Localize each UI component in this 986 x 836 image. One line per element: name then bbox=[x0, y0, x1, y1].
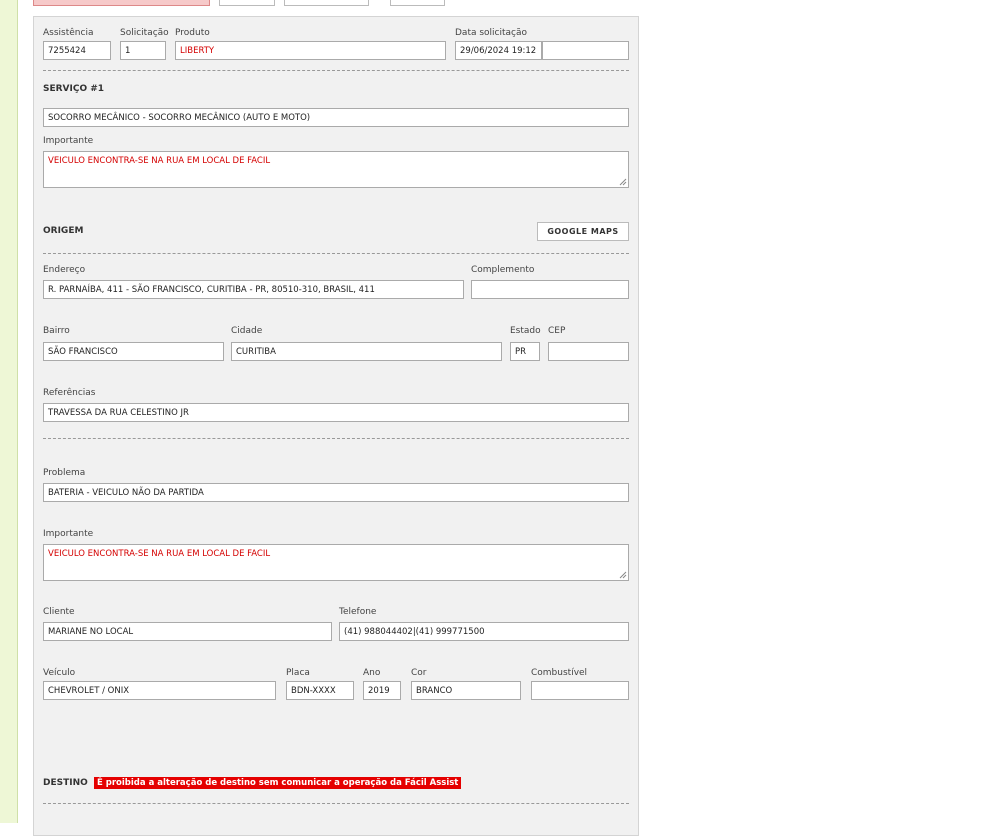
problema-importante-text: VEICULO ENCONTRA-SE NA RUA EM LOCAL DE F… bbox=[48, 549, 271, 559]
estado-label: Estado bbox=[510, 326, 541, 336]
veiculo-label: Veículo bbox=[43, 668, 76, 678]
destino-warning-badge: É proibida a alteração de destino sem co… bbox=[94, 777, 462, 789]
service-form-panel bbox=[33, 16, 639, 836]
cidade-label: Cidade bbox=[231, 326, 263, 336]
produto-field[interactable]: LIBERTY bbox=[175, 41, 446, 60]
assistencia-field[interactable]: 7255424 bbox=[43, 41, 111, 60]
cidade-field[interactable]: CURITIBA bbox=[231, 342, 502, 361]
top-button-2[interactable] bbox=[219, 0, 275, 6]
separator bbox=[43, 70, 629, 71]
complemento-field[interactable] bbox=[471, 280, 629, 299]
data-solicitacao-extra-field[interactable] bbox=[542, 41, 629, 60]
servico-importante-textarea[interactable]: VEICULO ENCONTRA-SE NA RUA EM LOCAL DE F… bbox=[43, 151, 629, 188]
telefone-field[interactable]: (41) 988044402|(41) 999771500 bbox=[339, 622, 629, 641]
resize-grip-icon[interactable] bbox=[618, 570, 627, 579]
resize-grip-icon[interactable] bbox=[618, 177, 627, 186]
problema-importante-textarea[interactable]: VEICULO ENCONTRA-SE NA RUA EM LOCAL DE F… bbox=[43, 544, 629, 581]
destino-title: DESTINO bbox=[43, 778, 88, 788]
cliente-label: Cliente bbox=[43, 607, 75, 617]
problema-label: Problema bbox=[43, 468, 86, 478]
servico-field[interactable]: SOCORRO MECÂNICO - SOCORRO MECÂNICO (AUT… bbox=[43, 108, 629, 127]
data-solicitacao-label: Data solicitação bbox=[455, 28, 528, 38]
cliente-field[interactable]: MARIANE NO LOCAL bbox=[43, 622, 332, 641]
importante-label: Importante bbox=[43, 136, 94, 146]
complemento-label: Complemento bbox=[471, 265, 535, 275]
ano-field[interactable]: 2019 bbox=[363, 681, 401, 700]
combustivel-label: Combustível bbox=[531, 668, 588, 678]
cor-label: Cor bbox=[411, 668, 427, 678]
produto-label: Produto bbox=[175, 28, 210, 38]
ano-label: Ano bbox=[363, 668, 381, 678]
origem-title: ORIGEM bbox=[43, 226, 84, 236]
servico-importante-text: VEICULO ENCONTRA-SE NA RUA EM LOCAL DE F… bbox=[48, 156, 271, 166]
endereco-label: Endereço bbox=[43, 265, 86, 275]
assistencia-label: Assistência bbox=[43, 28, 94, 38]
solicitacao-label: Solicitação bbox=[120, 28, 169, 38]
top-button-3[interactable] bbox=[284, 0, 369, 6]
cep-field[interactable] bbox=[548, 342, 629, 361]
bairro-field[interactable]: SÃO FRANCISCO bbox=[43, 342, 224, 361]
placa-label: Placa bbox=[286, 668, 310, 678]
veiculo-field[interactable]: CHEVROLET / ONIX bbox=[43, 681, 276, 700]
google-maps-button[interactable]: GOOGLE MAPS bbox=[537, 222, 629, 241]
separator bbox=[43, 438, 629, 439]
solicitacao-field[interactable]: 1 bbox=[120, 41, 166, 60]
cep-label: CEP bbox=[548, 326, 566, 336]
separator bbox=[43, 803, 629, 804]
telefone-label: Telefone bbox=[339, 607, 377, 617]
endereco-field[interactable]: R. PARNAÍBA, 411 - SÃO FRANCISCO, CURITI… bbox=[43, 280, 464, 299]
bairro-label: Bairro bbox=[43, 326, 70, 336]
side-strip bbox=[0, 0, 18, 823]
top-button-4[interactable] bbox=[390, 0, 445, 6]
referencias-label: Referências bbox=[43, 388, 96, 398]
cor-field[interactable]: BRANCO bbox=[411, 681, 521, 700]
top-red-button[interactable] bbox=[33, 0, 210, 6]
problema-field[interactable]: BATERIA - VEICULO NÃO DA PARTIDA bbox=[43, 483, 629, 502]
separator bbox=[43, 253, 629, 254]
combustivel-field[interactable] bbox=[531, 681, 629, 700]
data-solicitacao-field[interactable]: 29/06/2024 19:12 bbox=[455, 41, 542, 60]
servico-title: SERVIÇO #1 bbox=[43, 84, 105, 94]
placa-field[interactable]: BDN-XXXX bbox=[286, 681, 354, 700]
referencias-field[interactable]: TRAVESSA DA RUA CELESTINO JR bbox=[43, 403, 629, 422]
importante-label: Importante bbox=[43, 529, 94, 539]
estado-field[interactable]: PR bbox=[510, 342, 540, 361]
